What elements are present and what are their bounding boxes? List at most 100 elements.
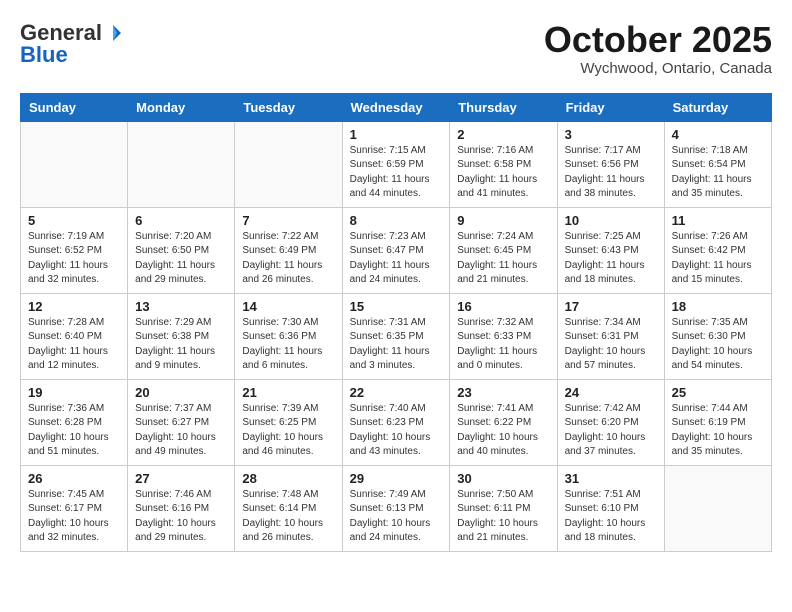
day-info: Sunrise: 7:34 AM Sunset: 6:31 PM Dayligh…	[565, 316, 657, 374]
day-number: 12	[28, 299, 120, 314]
weekday-header: Monday	[128, 93, 235, 121]
calendar-cell: 27 Sunrise: 7:46 AM Sunset: 6:16 PM Dayli…	[128, 465, 235, 551]
week-row: 5 Sunrise: 7:19 AM Sunset: 6:52 PM Daylig…	[21, 207, 772, 293]
calendar-cell: 8 Sunrise: 7:23 AM Sunset: 6:47 PM Daylig…	[342, 207, 450, 293]
weekday-header: Friday	[557, 93, 664, 121]
calendar-cell: 2 Sunrise: 7:16 AM Sunset: 6:58 PM Daylig…	[450, 121, 557, 207]
day-number: 3	[565, 127, 657, 142]
calendar-cell: 21 Sunrise: 7:39 AM Sunset: 6:25 PM Dayli…	[235, 379, 342, 465]
page-header: General Blue October 2025 Wychwood, Onta…	[20, 20, 772, 77]
day-number: 28	[242, 471, 334, 486]
day-info: Sunrise: 7:15 AM Sunset: 6:59 PM Dayligh…	[350, 144, 443, 202]
day-info: Sunrise: 7:41 AM Sunset: 6:22 PM Dayligh…	[457, 402, 549, 460]
calendar-cell: 19 Sunrise: 7:36 AM Sunset: 6:28 PM Dayli…	[21, 379, 128, 465]
location-text: Wychwood, Ontario, Canada	[544, 60, 772, 77]
calendar-cell: 24 Sunrise: 7:42 AM Sunset: 6:20 PM Dayli…	[557, 379, 664, 465]
day-number: 4	[672, 127, 764, 142]
weekday-header: Wednesday	[342, 93, 450, 121]
day-number: 7	[242, 213, 334, 228]
day-info: Sunrise: 7:46 AM Sunset: 6:16 PM Dayligh…	[135, 488, 227, 546]
day-info: Sunrise: 7:51 AM Sunset: 6:10 PM Dayligh…	[565, 488, 657, 546]
day-number: 31	[565, 471, 657, 486]
calendar-cell: 18 Sunrise: 7:35 AM Sunset: 6:30 PM Dayli…	[664, 293, 771, 379]
day-info: Sunrise: 7:32 AM Sunset: 6:33 PM Dayligh…	[457, 316, 549, 374]
day-number: 8	[350, 213, 443, 228]
day-number: 20	[135, 385, 227, 400]
calendar-cell: 25Sunrise: 7:44 AM Sunset: 6:19 PM Dayli…	[664, 379, 771, 465]
day-info: Sunrise: 7:24 AM Sunset: 6:45 PM Dayligh…	[457, 230, 549, 288]
calendar-cell: 9 Sunrise: 7:24 AM Sunset: 6:45 PM Daylig…	[450, 207, 557, 293]
day-number: 23	[457, 385, 549, 400]
calendar-cell	[235, 121, 342, 207]
day-info: Sunrise: 7:45 AM Sunset: 6:17 PM Dayligh…	[28, 488, 120, 546]
day-info: Sunrise: 7:18 AM Sunset: 6:54 PM Dayligh…	[672, 144, 764, 202]
day-number: 15	[350, 299, 443, 314]
calendar-cell: 10 Sunrise: 7:25 AM Sunset: 6:43 PM Dayli…	[557, 207, 664, 293]
day-info: Sunrise: 7:30 AM Sunset: 6:36 PM Dayligh…	[242, 316, 334, 374]
day-info: Sunrise: 7:29 AM Sunset: 6:38 PM Dayligh…	[135, 316, 227, 374]
day-info: Sunrise: 7:22 AM Sunset: 6:49 PM Dayligh…	[242, 230, 334, 288]
day-info: Sunrise: 7:42 AM Sunset: 6:20 PM Dayligh…	[565, 402, 657, 460]
calendar-cell: 16 Sunrise: 7:32 AM Sunset: 6:33 PM Dayli…	[450, 293, 557, 379]
day-number: 6	[135, 213, 227, 228]
day-info: Sunrise: 7:50 AM Sunset: 6:11 PM Dayligh…	[457, 488, 549, 546]
day-number: 30	[457, 471, 549, 486]
calendar-cell	[128, 121, 235, 207]
calendar-cell: 29Sunrise: 7:49 AM Sunset: 6:13 PM Dayli…	[342, 465, 450, 551]
calendar-cell: 31 Sunrise: 7:51 AM Sunset: 6:10 PM Dayli…	[557, 465, 664, 551]
day-info: Sunrise: 7:17 AM Sunset: 6:56 PM Dayligh…	[565, 144, 657, 202]
day-info: Sunrise: 7:37 AM Sunset: 6:27 PM Dayligh…	[135, 402, 227, 460]
day-info: Sunrise: 7:39 AM Sunset: 6:25 PM Dayligh…	[242, 402, 334, 460]
day-info: Sunrise: 7:36 AM Sunset: 6:28 PM Dayligh…	[28, 402, 120, 460]
title-block: October 2025 Wychwood, Ontario, Canada	[544, 20, 772, 77]
day-number: 29	[350, 471, 443, 486]
day-number: 27	[135, 471, 227, 486]
week-row: 1Sunrise: 7:15 AM Sunset: 6:59 PM Daylig…	[21, 121, 772, 207]
month-title: October 2025	[544, 20, 772, 60]
day-number: 10	[565, 213, 657, 228]
day-info: Sunrise: 7:44 AM Sunset: 6:19 PM Dayligh…	[672, 402, 764, 460]
day-number: 18	[672, 299, 764, 314]
day-number: 11	[672, 213, 764, 228]
day-info: Sunrise: 7:40 AM Sunset: 6:23 PM Dayligh…	[350, 402, 443, 460]
calendar-cell: 1Sunrise: 7:15 AM Sunset: 6:59 PM Daylig…	[342, 121, 450, 207]
calendar-cell: 22Sunrise: 7:40 AM Sunset: 6:23 PM Dayli…	[342, 379, 450, 465]
day-number: 24	[565, 385, 657, 400]
weekday-header: Saturday	[664, 93, 771, 121]
day-info: Sunrise: 7:26 AM Sunset: 6:42 PM Dayligh…	[672, 230, 764, 288]
week-row: 12 Sunrise: 7:28 AM Sunset: 6:40 PM Dayli…	[21, 293, 772, 379]
weekday-header: Sunday	[21, 93, 128, 121]
calendar-cell: 5 Sunrise: 7:19 AM Sunset: 6:52 PM Daylig…	[21, 207, 128, 293]
day-info: Sunrise: 7:25 AM Sunset: 6:43 PM Dayligh…	[565, 230, 657, 288]
calendar-cell: 23 Sunrise: 7:41 AM Sunset: 6:22 PM Dayli…	[450, 379, 557, 465]
day-number: 16	[457, 299, 549, 314]
calendar-cell: 26Sunrise: 7:45 AM Sunset: 6:17 PM Dayli…	[21, 465, 128, 551]
calendar-cell: 17Sunrise: 7:34 AM Sunset: 6:31 PM Dayli…	[557, 293, 664, 379]
week-row: 26Sunrise: 7:45 AM Sunset: 6:17 PM Dayli…	[21, 465, 772, 551]
day-info: Sunrise: 7:19 AM Sunset: 6:52 PM Dayligh…	[28, 230, 120, 288]
day-info: Sunrise: 7:20 AM Sunset: 6:50 PM Dayligh…	[135, 230, 227, 288]
day-number: 2	[457, 127, 549, 142]
calendar-cell: 11 Sunrise: 7:26 AM Sunset: 6:42 PM Dayli…	[664, 207, 771, 293]
calendar-table: SundayMondayTuesdayWednesdayThursdayFrid…	[20, 93, 772, 552]
day-info: Sunrise: 7:48 AM Sunset: 6:14 PM Dayligh…	[242, 488, 334, 546]
day-info: Sunrise: 7:23 AM Sunset: 6:47 PM Dayligh…	[350, 230, 443, 288]
day-number: 21	[242, 385, 334, 400]
calendar-cell: 7 Sunrise: 7:22 AM Sunset: 6:49 PM Daylig…	[235, 207, 342, 293]
day-number: 19	[28, 385, 120, 400]
day-number: 9	[457, 213, 549, 228]
day-number: 5	[28, 213, 120, 228]
calendar-cell: 15 Sunrise: 7:31 AM Sunset: 6:35 PM Dayli…	[342, 293, 450, 379]
calendar-cell: 28 Sunrise: 7:48 AM Sunset: 6:14 PM Dayli…	[235, 465, 342, 551]
day-info: Sunrise: 7:16 AM Sunset: 6:58 PM Dayligh…	[457, 144, 549, 202]
day-info: Sunrise: 7:31 AM Sunset: 6:35 PM Dayligh…	[350, 316, 443, 374]
calendar-cell	[21, 121, 128, 207]
calendar-cell: 14Sunrise: 7:30 AM Sunset: 6:36 PM Dayli…	[235, 293, 342, 379]
day-info: Sunrise: 7:28 AM Sunset: 6:40 PM Dayligh…	[28, 316, 120, 374]
day-info: Sunrise: 7:35 AM Sunset: 6:30 PM Dayligh…	[672, 316, 764, 374]
day-number: 13	[135, 299, 227, 314]
calendar-cell: 4 Sunrise: 7:18 AM Sunset: 6:54 PM Daylig…	[664, 121, 771, 207]
calendar-cell: 13 Sunrise: 7:29 AM Sunset: 6:38 PM Dayli…	[128, 293, 235, 379]
calendar-cell: 3 Sunrise: 7:17 AM Sunset: 6:56 PM Daylig…	[557, 121, 664, 207]
week-row: 19 Sunrise: 7:36 AM Sunset: 6:28 PM Dayli…	[21, 379, 772, 465]
